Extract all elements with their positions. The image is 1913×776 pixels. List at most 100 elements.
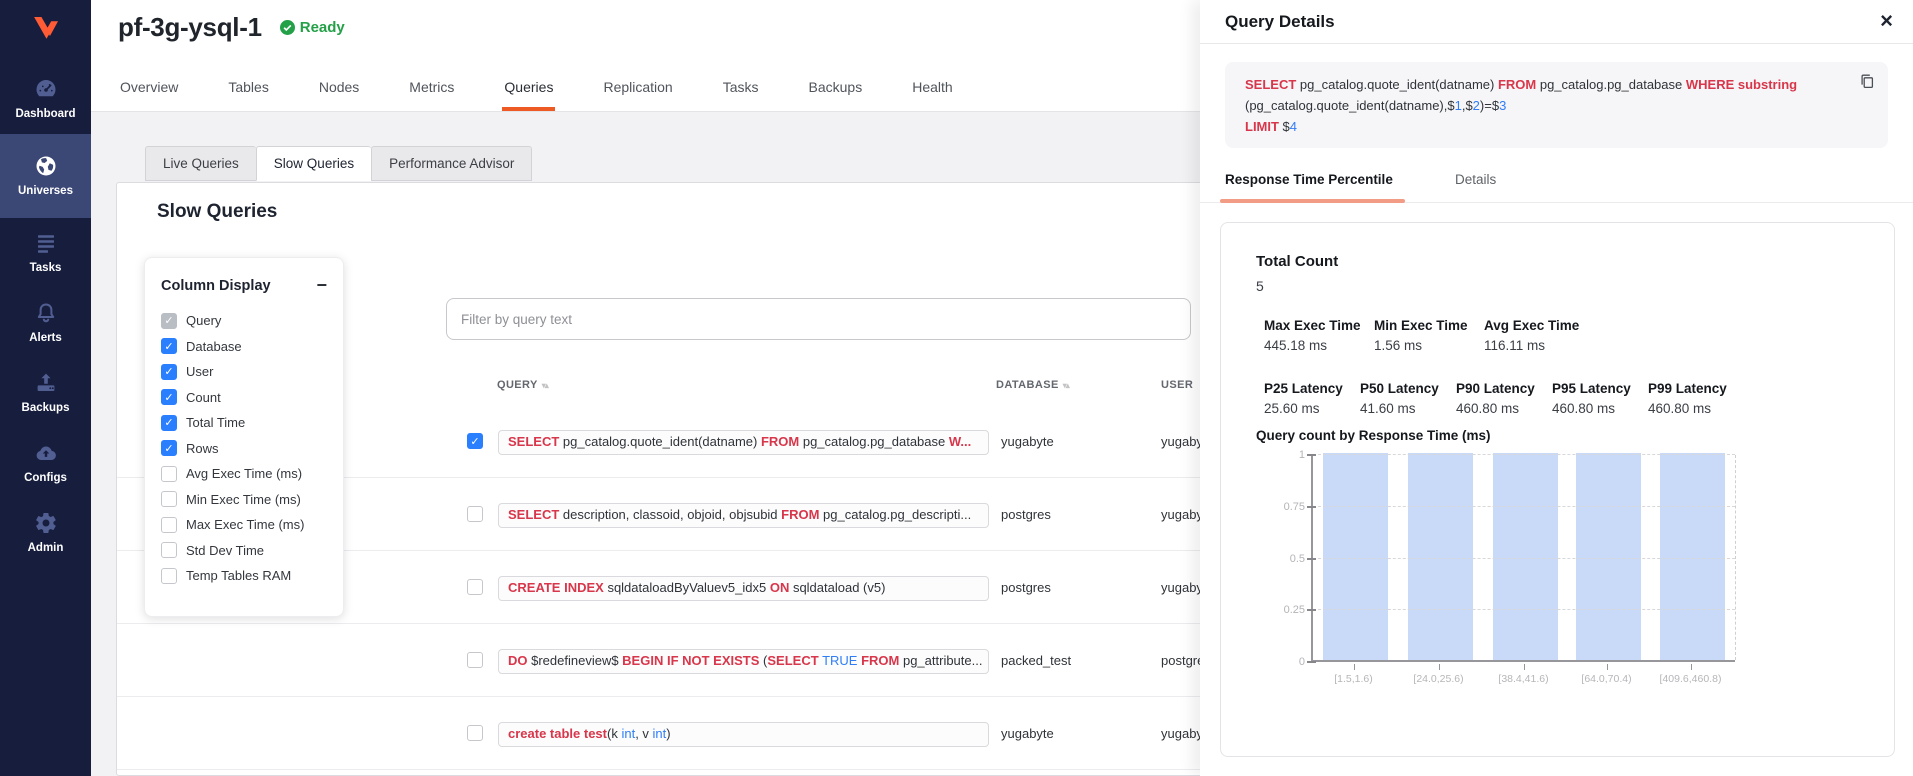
subtab-performance-advisor[interactable]: Performance Advisor [371,146,532,181]
column-option-label: Std Dev Time [186,543,264,558]
sidebar: DashboardUniverses Tasks AlertsBackupsConf… [0,0,91,776]
sidebar-item-tasks[interactable]: Tasks [0,218,91,288]
tab-nodes[interactable]: Nodes [317,66,361,111]
tab-overview[interactable]: Overview [118,66,180,111]
sidebar-item-backups[interactable]: Backups [0,358,91,428]
y-tick-label: 0 [1265,656,1305,668]
database-cell: yugabyte [1001,434,1054,449]
sidebar-item-label: Tasks [30,262,62,274]
query-cell[interactable]: create table test(k int, v int) [498,722,989,747]
sidebar-item-admin[interactable]: Admin [0,498,91,568]
latency-stats: P25 Latency25.60 msP50 Latency41.60 msP9… [1264,381,1744,416]
column-option-label: Avg Exec Time (ms) [186,466,302,481]
column-header-query[interactable]: QUERY▾▴ [497,379,548,391]
row-checkbox[interactable] [467,579,483,595]
query-cell[interactable]: SELECT pg_catalog.quote_ident(datname) F… [498,430,989,455]
row-checkbox[interactable] [467,506,483,522]
tab-tables[interactable]: Tables [226,66,270,111]
y-tick-label: 0.75 [1265,501,1305,513]
y-tick-mark [1307,506,1316,508]
column-checkbox[interactable] [161,517,177,533]
column-checkbox[interactable] [161,542,177,558]
stat-block: P99 Latency460.80 ms [1648,381,1744,416]
x-tick-mark [1354,664,1355,670]
subtab-slow-queries[interactable]: Slow Queries [256,146,371,181]
gridline [1313,506,1735,507]
x-tick-label: [64.0,70.4) [1581,673,1631,685]
column-option: ✓Rows [161,436,327,462]
sidebar-item-dashboard[interactable]: Dashboard [0,64,91,134]
column-checkbox[interactable]: ✓ [161,415,177,431]
sidebar-nav: DashboardUniverses Tasks AlertsBackupsConf… [0,64,91,568]
stat-label: P95 Latency [1552,381,1648,396]
tab-response-time-percentile[interactable]: Response Time Percentile [1225,172,1393,187]
universes-icon [34,154,58,178]
y-tick-label: 0.5 [1265,553,1305,565]
sidebar-item-configs[interactable]: Configs [0,428,91,498]
app-logo[interactable] [0,0,91,64]
stat-label: Avg Exec Time [1484,318,1594,333]
tab-metrics[interactable]: Metrics [407,66,456,111]
column-options: ✓Query✓Database✓User✓Count✓Total Time✓Ro… [161,308,327,589]
gridline [1313,558,1735,559]
close-icon[interactable]: × [1880,8,1893,34]
column-checkbox[interactable] [161,491,177,507]
query-filter-input[interactable] [446,298,1191,340]
column-option-label: Total Time [186,415,245,430]
tab-tasks[interactable]: Tasks [721,66,761,111]
table-row[interactable]: create table test(k int, v int)yugabytey… [117,697,1277,770]
stat-label: Max Exec Time [1264,318,1374,333]
total-count-value: 5 [1256,278,1264,294]
column-option-label: Min Exec Time (ms) [186,492,301,507]
row-checkbox[interactable] [467,652,483,668]
query-cell[interactable]: SELECT description, classoid, objoid, ob… [498,503,989,528]
tab-backups[interactable]: Backups [807,66,865,111]
admin-icon [34,511,58,535]
column-option-label: Temp Tables RAM [186,568,291,583]
chart-bar [1660,453,1725,660]
query-cell[interactable]: DO $redefineview$ BEGIN IF NOT EXISTS (S… [498,649,989,674]
tab-queries[interactable]: Queries [502,66,555,111]
y-tick-mark [1307,661,1316,663]
stat-label: P50 Latency [1360,381,1456,396]
alerts-icon [34,301,58,325]
subtab-live-queries[interactable]: Live Queries [145,146,256,181]
tab-health[interactable]: Health [910,66,954,111]
tab-details[interactable]: Details [1455,172,1496,187]
collapse-icon[interactable]: − [316,275,327,296]
table-row[interactable]: DO $redefineview$ BEGIN IF NOT EXISTS (S… [117,624,1277,697]
row-checkbox[interactable] [467,725,483,741]
query-cell[interactable]: CREATE INDEX sqldataloadByValuev5_idx5 O… [498,576,989,601]
copy-icon[interactable] [1859,73,1875,96]
sql-line: SELECT pg_catalog.quote_ident(datname) F… [1245,75,1842,96]
tab-replication[interactable]: Replication [601,66,674,111]
stat-value: 25.60 ms [1264,401,1360,416]
stat-block: P25 Latency25.60 ms [1264,381,1360,416]
column-header-database[interactable]: DATABASE▾▴ [996,379,1069,391]
database-cell: packed_test [1001,653,1071,668]
column-checkbox[interactable]: ✓ [161,364,177,380]
column-checkbox[interactable]: ✓ [161,338,177,354]
sidebar-item-alerts[interactable]: Alerts [0,288,91,358]
details-title: Query Details [1225,12,1335,32]
dashboard-icon [34,77,58,101]
y-tick-label: 1 [1265,449,1305,461]
status-badge: Ready [280,19,345,36]
column-header-user[interactable]: USER [1161,379,1193,391]
percentile-card: Total Count 5 Max Exec Time445.18 msMin … [1220,222,1895,757]
column-checkbox[interactable]: ✓ [161,440,177,456]
column-checkbox[interactable]: ✓ [161,389,177,405]
stat-value: 1.56 ms [1374,338,1484,353]
stat-label: P90 Latency [1456,381,1552,396]
sidebar-item-universes[interactable]: Universes [0,134,91,218]
x-tick-label: [38.4,41.6) [1498,673,1548,685]
x-tick-mark [1524,664,1525,670]
column-option: ✓Database [161,334,327,360]
column-checkbox[interactable] [161,568,177,584]
chart-bar [1408,453,1473,660]
column-display-title: Column Display [161,278,271,294]
column-option-label: Query [186,313,221,328]
row-checkbox[interactable]: ✓ [467,433,483,449]
status-label: Ready [300,19,345,36]
column-checkbox[interactable] [161,466,177,482]
